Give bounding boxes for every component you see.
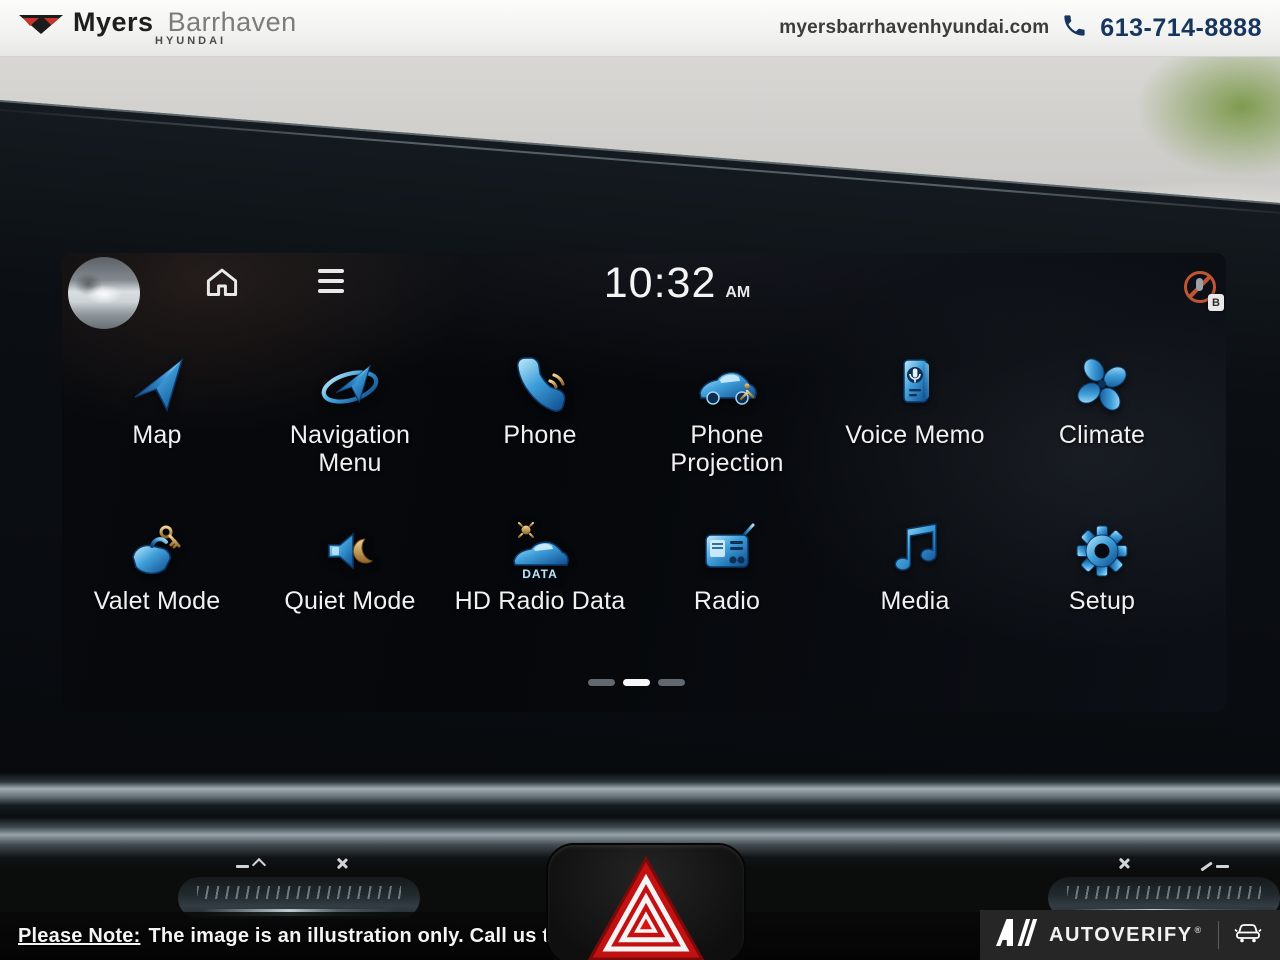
app-label: Setup: [1007, 588, 1197, 616]
car-front-icon: [1234, 922, 1262, 948]
app-valet-mode[interactable]: Valet Mode: [62, 519, 252, 616]
map-arrow-icon: [125, 353, 189, 417]
app-label: Media: [820, 588, 1010, 616]
autoverify-wordmark: AUTOVERIFY®: [1049, 924, 1203, 947]
app-voice-memo[interactable]: Voice Memo: [820, 353, 1010, 450]
clock-time: 10:32: [604, 259, 717, 308]
driver-profile-avatar[interactable]: [68, 257, 140, 329]
hamburger-menu-button[interactable]: [318, 269, 344, 293]
clock-period: AM: [725, 284, 750, 302]
vent-control-glyph: [236, 865, 249, 868]
app-label: Quiet Mode: [255, 588, 445, 616]
myers-chevron-logo-icon: [18, 12, 64, 43]
autoverify-logo-icon: [996, 919, 1038, 951]
app-label: Navigation Menu: [255, 422, 445, 477]
page-dot: [588, 679, 615, 686]
vent-control-glyph: [1216, 865, 1229, 868]
data-badge: DATA: [522, 567, 558, 581]
app-label: HD Radio Data: [445, 588, 635, 616]
app-label: Phone Projection: [632, 422, 822, 477]
dealer-website-link[interactable]: myersbarrhavenhyundai.com: [779, 17, 1049, 39]
hazard-triangle-icon: [582, 853, 710, 960]
app-phone-projection[interactable]: Phone Projection: [632, 353, 822, 477]
app-label: Map: [62, 422, 252, 450]
page-indicator: [588, 679, 685, 686]
app-label: Phone: [445, 422, 635, 450]
car-data-icon: DATA: [508, 519, 572, 583]
mic-muted-status-icon[interactable]: B: [1184, 271, 1226, 313]
page-dot-active: [623, 679, 650, 686]
dealer-logo: Myers Barrhaven HYUNDAI: [18, 8, 297, 48]
app-hd-radio-data[interactable]: DATA HD Radio Data: [445, 519, 635, 616]
app-climate[interactable]: Climate: [1007, 353, 1197, 450]
app-radio[interactable]: Radio: [632, 519, 822, 616]
gear-icon: [1070, 519, 1134, 583]
app-phone[interactable]: Phone: [445, 353, 635, 450]
voice-recorder-icon: [883, 353, 947, 417]
navigation-orbit-icon: [318, 353, 382, 417]
app-media[interactable]: Media: [820, 519, 1010, 616]
dealer-phone-number[interactable]: 613-714-8888: [1100, 14, 1262, 43]
app-label: Valet Mode: [62, 588, 252, 616]
fan-icon: [1070, 353, 1134, 417]
app-label: Voice Memo: [820, 422, 1010, 450]
hazard-lights-button[interactable]: [548, 845, 744, 960]
dealer-contact: myersbarrhavenhyundai.com 613-714-8888: [779, 12, 1262, 44]
disclaimer-label: Please Note:: [18, 925, 140, 947]
app-label: Radio: [632, 588, 822, 616]
radio-icon: [695, 519, 759, 583]
infotainment-screen: 10:32 AM B Map: [62, 253, 1226, 712]
vent-control-glyph: [1118, 857, 1131, 870]
bluetooth-battery-badge: B: [1208, 294, 1224, 311]
hand-key-icon: [125, 519, 189, 583]
registered-mark: ®: [1195, 925, 1203, 935]
dealer-name: Myers Barrhaven HYUNDAI: [73, 8, 297, 48]
clock: 10:32 AM: [562, 259, 792, 311]
phone-icon: [1061, 12, 1088, 44]
phone-handset-icon: [508, 353, 572, 417]
divider: [1218, 921, 1219, 949]
vent-control-glyph: [336, 857, 349, 870]
dealer-name-bold: Myers: [73, 7, 154, 37]
app-label: Climate: [1007, 422, 1197, 450]
music-notes-icon: [883, 519, 947, 583]
app-quiet-mode[interactable]: Quiet Mode: [255, 519, 445, 616]
app-map[interactable]: Map: [62, 353, 252, 450]
app-navigation-menu[interactable]: Navigation Menu: [255, 353, 445, 477]
dealer-name-light: Barrhaven: [168, 7, 297, 37]
vehicle-interior-photo: 10:32 AM B Map: [0, 57, 1280, 960]
page-dot: [658, 679, 685, 686]
autoverify-badge[interactable]: AUTOVERIFY®: [980, 910, 1280, 960]
app-setup[interactable]: Setup: [1007, 519, 1197, 616]
dealer-header: Myers Barrhaven HYUNDAI myersbarrhavenhy…: [0, 0, 1280, 57]
dealer-listing-photo: Myers Barrhaven HYUNDAI myersbarrhavenhy…: [0, 0, 1280, 960]
quiet-speaker-icon: [318, 519, 382, 583]
home-button[interactable]: [205, 265, 239, 299]
car-usb-icon: [695, 353, 759, 417]
dealer-sub-brand: HYUNDAI: [73, 36, 297, 48]
